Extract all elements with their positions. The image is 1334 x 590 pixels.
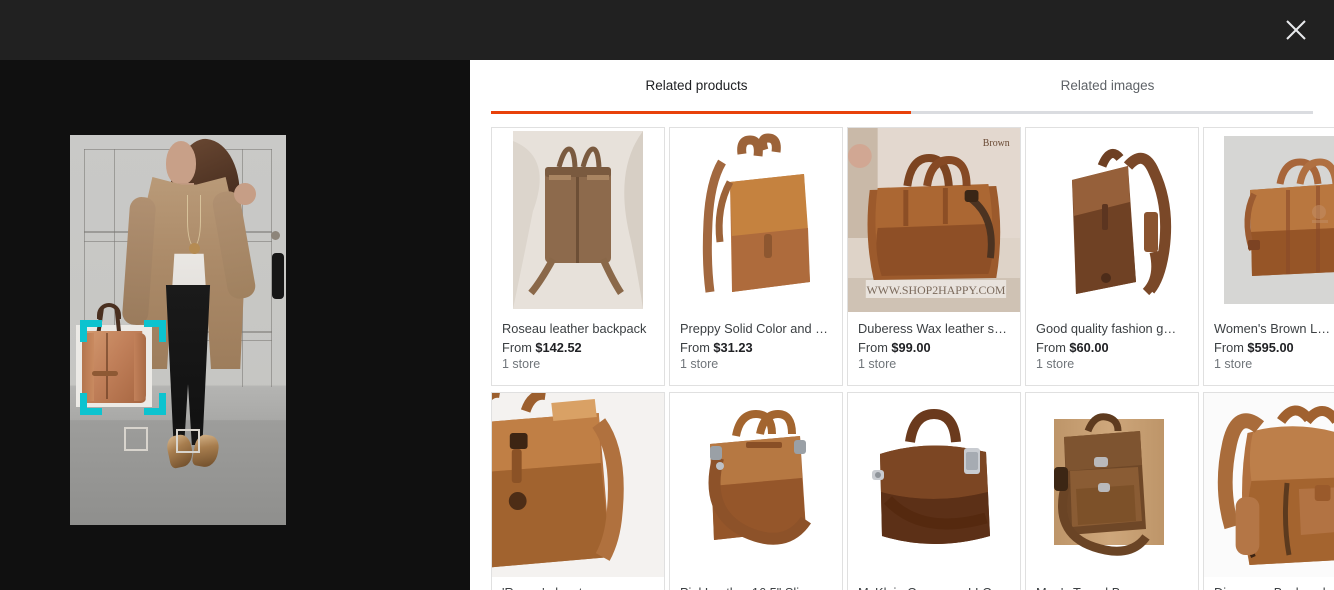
- crop-handle-bottom-left[interactable]: [80, 393, 102, 415]
- close-icon: [1286, 20, 1306, 40]
- price-prefix: From: [1214, 340, 1244, 355]
- price-value: $31.23: [713, 340, 753, 355]
- product-image-backpack-front: [492, 128, 664, 312]
- product-stores: 1 store: [858, 357, 897, 371]
- door-knob: [271, 231, 280, 240]
- product-price: From $31.23: [680, 339, 832, 356]
- product-title: Discovery Backpack - M…: [1214, 585, 1334, 590]
- price-prefix: From: [502, 340, 532, 355]
- product-meta: 'Rogue' gloveta…: [492, 577, 664, 590]
- product-stores: 1 store: [1214, 357, 1253, 371]
- product-card[interactable]: Good quality fashion g… From $60.00 1 st…: [1025, 127, 1199, 386]
- selection-crop-box[interactable]: [80, 320, 166, 415]
- product-title: McKlein Company, LLC …: [858, 585, 1010, 590]
- price-prefix: From: [858, 340, 888, 355]
- product-meta: McKlein Company, LLC …: [848, 577, 1020, 590]
- tab-related-images[interactable]: Related images: [902, 60, 1313, 111]
- product-meta: Duberess Wax leather s… From $99.00 1 st…: [848, 312, 1020, 385]
- image-corner-label: Brown: [983, 138, 1010, 149]
- model-necklace: [187, 195, 201, 247]
- product-meta: Women's Brown L… From $595.00 1 store: [1204, 312, 1334, 385]
- crop-handle-top-left[interactable]: [80, 320, 102, 342]
- product-title: Good quality fashion g…: [1036, 321, 1177, 336]
- model-pendant: [189, 243, 200, 254]
- product-image-mcklein-briefcase: [848, 393, 1020, 577]
- product-title: 'Rogue' gloveta…: [502, 585, 654, 590]
- crop-handle-bottom-right[interactable]: [144, 393, 166, 415]
- price-prefix: From: [680, 340, 710, 355]
- product-price: From $142.52: [502, 339, 654, 356]
- product-stores: 1 store: [1036, 357, 1075, 371]
- results-grid: Roseau leather backpack From $142.52 1 s…: [470, 114, 1334, 590]
- product-image-discovery-backpack: [1204, 393, 1334, 577]
- product-meta: Roseau leather backpack From $142.52 1 s…: [492, 312, 664, 385]
- price-value: $99.00: [891, 340, 931, 355]
- product-card[interactable]: McKlein Company, LLC …: [847, 392, 1021, 590]
- product-image-mens-travel-bag: [1026, 393, 1198, 577]
- results-panel: Related products Related images Roseau l…: [470, 60, 1334, 590]
- product-stores: 1 store: [502, 357, 541, 371]
- product-price: From $595.00: [1214, 339, 1334, 356]
- price-value: $142.52: [535, 340, 582, 355]
- price-prefix: From: [1036, 340, 1066, 355]
- product-card[interactable]: Piel Leather 16.5" Slim …: [669, 392, 843, 590]
- product-stores: 1 store: [680, 357, 719, 371]
- product-image-brown-tote-watermarked: Brown WWW.SHOP2HAPPY.COM: [848, 128, 1020, 312]
- price-value: $60.00: [1069, 340, 1109, 355]
- product-title: Men's Travel Bag: [1036, 585, 1188, 590]
- crop-handle-top-right[interactable]: [144, 320, 166, 342]
- results-tabs: Related products Related images: [470, 60, 1334, 114]
- top-bar: [0, 0, 1334, 60]
- product-image-flap-backpack: [670, 128, 842, 312]
- product-price: From $99.00: [858, 339, 1010, 356]
- product-card[interactable]: Discovery Backpack - M…: [1203, 392, 1334, 590]
- detection-marker-2[interactable]: [176, 429, 200, 453]
- close-button[interactable]: [1274, 8, 1318, 52]
- results-row-1: Roseau leather backpack From $142.52 1 s…: [491, 127, 1334, 386]
- product-card[interactable]: Men's Travel Bag: [1025, 392, 1199, 590]
- visual-search-overlay: Related products Related images Roseau l…: [0, 0, 1334, 590]
- detection-marker-1[interactable]: [124, 427, 148, 451]
- product-image-womens-brown-tote: [1204, 128, 1334, 312]
- product-price: From $60.00: [1036, 339, 1188, 356]
- product-title: Piel Leather 16.5" Slim …: [680, 585, 832, 590]
- model-face: [166, 141, 196, 185]
- product-meta: Good quality fashion g… From $60.00 1 st…: [1026, 312, 1198, 385]
- product-meta: Piel Leather 16.5" Slim …: [670, 577, 842, 590]
- product-title: Women's Brown L…: [1214, 321, 1330, 336]
- product-card[interactable]: Women's Brown L… From $595.00 1 store: [1203, 127, 1334, 386]
- product-title: Roseau leather backpack: [502, 321, 647, 336]
- tab-related-products-label: Related products: [645, 78, 748, 93]
- product-image-rustic-rucksack: [1026, 128, 1198, 312]
- product-image-piel-slim-brief: [670, 393, 842, 577]
- product-card[interactable]: 'Rogue' gloveta…: [491, 392, 665, 590]
- product-image-rogue-satchel: [492, 393, 664, 577]
- price-value: $595.00: [1247, 340, 1294, 355]
- product-title: Preppy Solid Color and …: [680, 321, 828, 336]
- product-card[interactable]: Roseau leather backpack From $142.52 1 s…: [491, 127, 665, 386]
- source-image-panel: [0, 60, 470, 590]
- product-meta: Discovery Backpack - M…: [1204, 577, 1334, 590]
- image-watermark: WWW.SHOP2HAPPY.COM: [866, 283, 1005, 297]
- door-lock-plate: [272, 253, 284, 299]
- results-row-2: 'Rogue' gloveta…: [491, 392, 1334, 590]
- product-card[interactable]: Preppy Solid Color and … From $31.23 1 s…: [669, 127, 843, 386]
- product-title: Duberess Wax leather s…: [858, 321, 1007, 336]
- product-meta: Preppy Solid Color and … From $31.23 1 s…: [670, 312, 842, 385]
- tab-related-images-label: Related images: [1060, 78, 1155, 93]
- product-card[interactable]: Brown WWW.SHOP2HAPPY.COM Duberess Wax le…: [847, 127, 1021, 386]
- source-photo[interactable]: [70, 135, 286, 525]
- tab-related-products[interactable]: Related products: [491, 60, 902, 111]
- product-meta: Men's Travel Bag: [1026, 577, 1198, 590]
